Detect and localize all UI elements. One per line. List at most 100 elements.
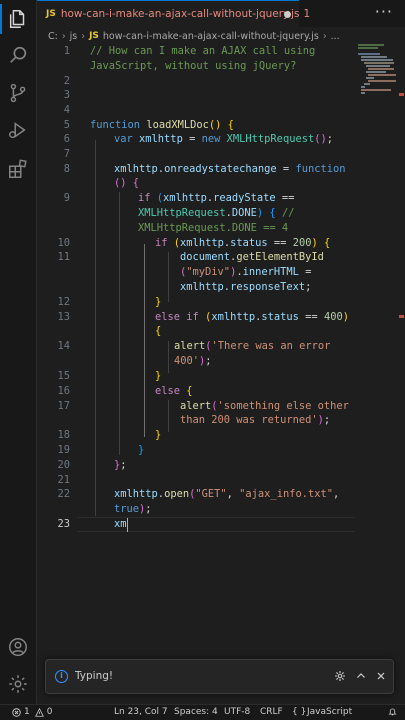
code-token: { [155, 325, 162, 337]
code-token: responseText [230, 281, 306, 293]
code-line: var xmlhttp = new XMLHttpRequest(); [114, 133, 333, 145]
code-token: } [155, 370, 162, 382]
code-editor[interactable]: 1 2 3 4 5 6 7 8 9 10 11 12 13 14 15 16 1… [37, 44, 405, 660]
breadcrumb-file[interactable]: how-can-i-make-an-ajax-call-without-jque… [103, 31, 319, 42]
settings-gear-icon[interactable] [6, 672, 30, 696]
notification-text: Typing! [75, 670, 114, 682]
code-token: alert [180, 400, 212, 412]
code-token: () { [208, 119, 234, 131]
notifications-bell-icon[interactable] [388, 707, 400, 716]
error-count: 1 [24, 707, 30, 717]
code-line: if (xmlhttp.readyState == [138, 192, 294, 204]
code-token: xmlhttp [180, 237, 224, 249]
tab-active-file[interactable]: JS how-can-i-make-an-ajax-call-without-j… [37, 0, 310, 27]
code-line: () { [114, 177, 139, 189]
code-line: JavaScript, without using jQuery? [90, 60, 296, 72]
code-token: xmlhttp [114, 163, 158, 175]
indent-guide [168, 341, 169, 373]
line-number: 17 [57, 400, 70, 412]
explorer-icon[interactable] [6, 7, 30, 31]
code-line: xmlhttp.responseText; [180, 281, 311, 293]
line-number: 7 [63, 148, 70, 160]
warning-icon [34, 707, 44, 717]
code-token: } [138, 444, 145, 456]
info-icon: i [55, 670, 68, 683]
chevron-up-icon[interactable] [353, 668, 369, 684]
code-line: XMLHttpRequest.DONE) { // [138, 207, 294, 219]
indent-guide [95, 140, 96, 516]
gear-icon[interactable] [332, 668, 348, 684]
code-token: = [182, 133, 202, 145]
run-debug-icon[interactable] [6, 118, 30, 142]
error-icon [12, 707, 21, 717]
breadcrumb-folder[interactable]: js [70, 31, 78, 42]
breadcrumb-more[interactable]: ... [331, 31, 340, 42]
code-token: // [275, 207, 295, 219]
code-line: XMLHttpRequest.DONE == 4 [138, 222, 288, 234]
search-icon[interactable] [6, 43, 30, 67]
code-line: alert('There was an error [174, 340, 330, 352]
code-token: xmlhttp [211, 311, 256, 323]
line-number: 10 [57, 237, 70, 249]
cursor-position[interactable]: Ln 23, Col 7 [114, 707, 168, 717]
code-line: ("myDiv").innerHTML = [180, 266, 311, 278]
code-token: () { [114, 177, 140, 189]
code-token: ; [145, 503, 152, 515]
status-bar: 1 0 Ln 23, Col 7 Spaces: 4 UTF-8 CRLF { … [0, 704, 405, 720]
extensions-icon[interactable] [6, 157, 30, 181]
code-token: ; [120, 459, 127, 471]
line-number: 11 [57, 251, 70, 263]
code-token: 200 [292, 237, 312, 249]
line-number: 16 [57, 385, 70, 397]
code-token: 400 [323, 311, 343, 323]
encoding[interactable]: UTF-8 [224, 707, 250, 717]
code-token: than 200 was returned' [180, 414, 318, 426]
problems-indicator[interactable]: 1 0 [12, 707, 52, 717]
line-number: 6 [63, 133, 70, 145]
code-line: if (xmlhttp.status == 200) { [155, 237, 330, 249]
code-token: XMLHttpRequest [138, 207, 226, 219]
js-file-icon: JS [89, 31, 99, 41]
indent-guide [168, 252, 169, 302]
source-control-icon[interactable] [6, 81, 30, 105]
code-token: getElementById [236, 251, 324, 263]
typing-notification: i Typing! [45, 659, 394, 694]
code-line: } [138, 444, 144, 456]
code-token: DONE [231, 207, 257, 219]
breadcrumb: C: › js › JS how-can-i-make-an-ajax-call… [48, 29, 340, 43]
code-token: == [267, 237, 293, 249]
code-line: alert('something else other [180, 400, 349, 412]
code-token: JavaScript, without using jQuery? [90, 60, 297, 72]
account-icon[interactable] [6, 635, 30, 659]
language-mode[interactable]: JavaScript [307, 707, 352, 717]
close-icon[interactable] [373, 668, 389, 684]
code-line: function loadXMLDoc() { [90, 119, 234, 131]
code-token: == [275, 192, 295, 204]
line-number: 3 [63, 89, 70, 101]
code-line: than 200 was returned'); [180, 414, 330, 426]
line-ending[interactable]: CRLF [260, 707, 283, 717]
warning-count: 0 [46, 707, 53, 717]
indentation[interactable]: Spaces: 4 [174, 707, 218, 717]
code-token: , [333, 488, 340, 500]
unsaved-dot-icon[interactable] [284, 11, 291, 18]
line-number: 1 [63, 45, 70, 57]
braces-icon[interactable]: { } [292, 707, 306, 717]
line-number: 19 [57, 444, 70, 456]
code-token: } [155, 296, 162, 308]
breadcrumb-root[interactable]: C: [48, 31, 58, 42]
code-token: "ajax_info.txt" [239, 488, 333, 500]
code-token: status [261, 311, 299, 323]
code-line: } [155, 370, 161, 382]
activity-bar [0, 0, 37, 704]
code-line: } [155, 296, 161, 308]
code-token: XMLHttpRequest [226, 133, 315, 145]
code-token: ; [323, 414, 331, 426]
code-token: status [230, 237, 268, 249]
code-line: // How can I make an AJAX call using [90, 45, 315, 57]
line-number-current: 23 [57, 518, 70, 530]
minimap[interactable] [356, 44, 396, 104]
line-number: 5 [63, 119, 70, 131]
more-actions-icon[interactable]: ··· [375, 2, 393, 21]
code-token: if [138, 192, 157, 204]
